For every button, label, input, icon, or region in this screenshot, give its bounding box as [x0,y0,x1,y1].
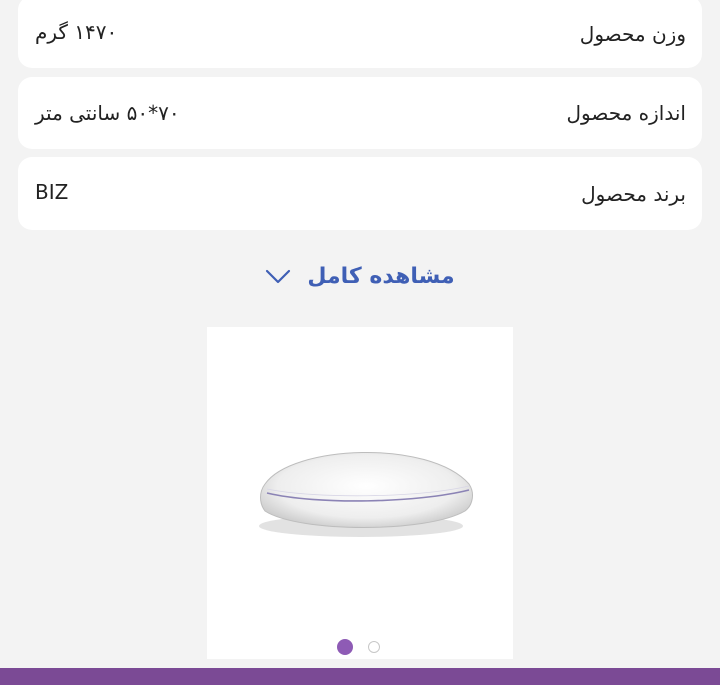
spec-row-size: اندازه محصول ۷۰*۵۰ سانتی متر [18,77,702,149]
spec-row-weight: وزن محصول ۱۴۷۰ گرم [18,0,702,68]
spec-value-brand: BIZ [35,180,69,204]
view-full-label: مشاهده کامل [307,263,455,289]
spec-value-weight: ۱۴۷۰ گرم [35,20,118,44]
bottom-action-bar[interactable] [0,668,720,685]
carousel-dot-active[interactable] [337,639,353,655]
view-full-button[interactable]: مشاهده کامل [0,256,720,296]
chevron-down-icon [266,269,291,284]
spec-value-size: ۷۰*۵۰ سانتی متر [35,101,180,125]
product-image-carousel[interactable] [207,327,513,659]
product-image [259,452,473,537]
spec-label-size: اندازه محصول [566,101,686,125]
spec-label-brand: برند محصول [581,181,686,206]
spec-row-brand: برند محصول BIZ [18,157,702,230]
spec-label-weight: وزن محصول [579,22,686,46]
carousel-dot[interactable] [368,641,380,653]
